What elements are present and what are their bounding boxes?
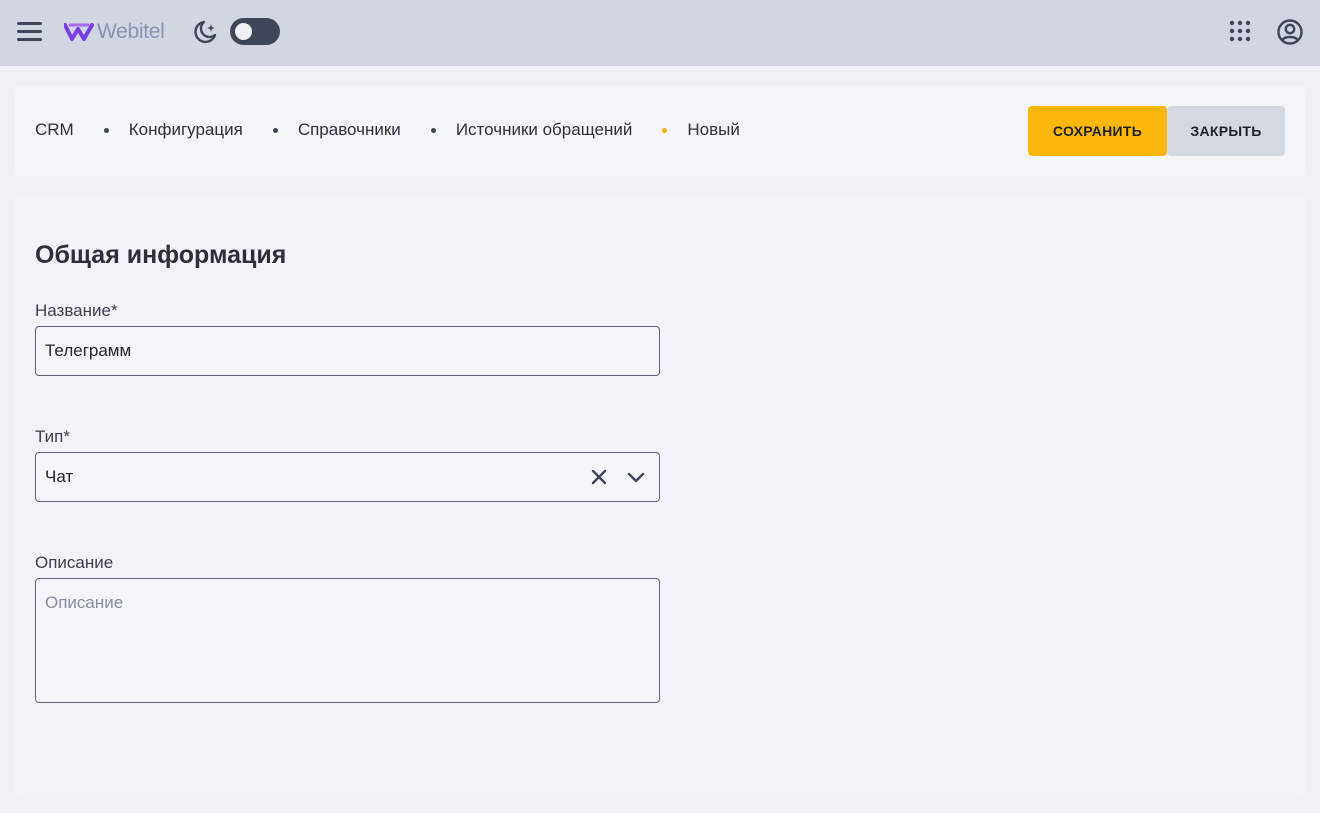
breadcrumb: CRM Конфигурация Справочники Источники о…	[35, 120, 740, 140]
type-select-value: Чат	[45, 467, 74, 486]
chevron-down-icon[interactable]	[626, 467, 646, 487]
breadcrumb-separator-active	[662, 127, 668, 133]
name-label: Название*	[35, 301, 118, 320]
breadcrumb-configuration[interactable]: Конфигурация	[129, 120, 243, 140]
theme-toggle[interactable]	[230, 18, 280, 45]
description-label: Описание	[35, 553, 114, 572]
account-circle-icon[interactable]	[1276, 18, 1304, 46]
form-card: Общая информация Название* Тип* Чат Опис…	[15, 196, 1305, 799]
breadcrumb-separator	[430, 127, 436, 133]
description-textarea[interactable]	[36, 579, 659, 702]
topbar: Webitel	[0, 0, 1320, 66]
description-field	[35, 578, 660, 703]
clear-icon[interactable]	[589, 467, 609, 487]
breadcrumb-crm[interactable]: CRM	[35, 120, 74, 140]
section-title: Общая информация	[35, 241, 287, 269]
type-label: Тип*	[35, 427, 70, 446]
moon-stars-icon	[194, 20, 217, 44]
close-button[interactable]: ЗАКРЫТЬ	[1167, 106, 1285, 156]
toggle-knob	[235, 23, 252, 40]
breadcrumb-contact-sources[interactable]: Источники обращений	[456, 120, 633, 140]
logo-text: Webitel	[97, 20, 165, 43]
header-card: CRM Конфигурация Справочники Источники о…	[15, 86, 1305, 176]
menu-icon[interactable]	[16, 19, 44, 43]
breadcrumb-separator	[103, 127, 109, 133]
webitel-logo-icon	[64, 23, 94, 41]
name-input[interactable]	[36, 327, 659, 375]
breadcrumb-directories[interactable]: Справочники	[298, 120, 401, 140]
logo[interactable]: Webitel	[64, 19, 165, 45]
name-field	[35, 326, 660, 376]
breadcrumb-current: Новый	[687, 120, 740, 139]
save-button[interactable]: СОХРАНИТЬ	[1028, 106, 1167, 156]
type-select[interactable]: Чат	[35, 452, 660, 502]
apps-grid-icon[interactable]	[1229, 20, 1251, 42]
breadcrumb-separator	[272, 127, 278, 133]
